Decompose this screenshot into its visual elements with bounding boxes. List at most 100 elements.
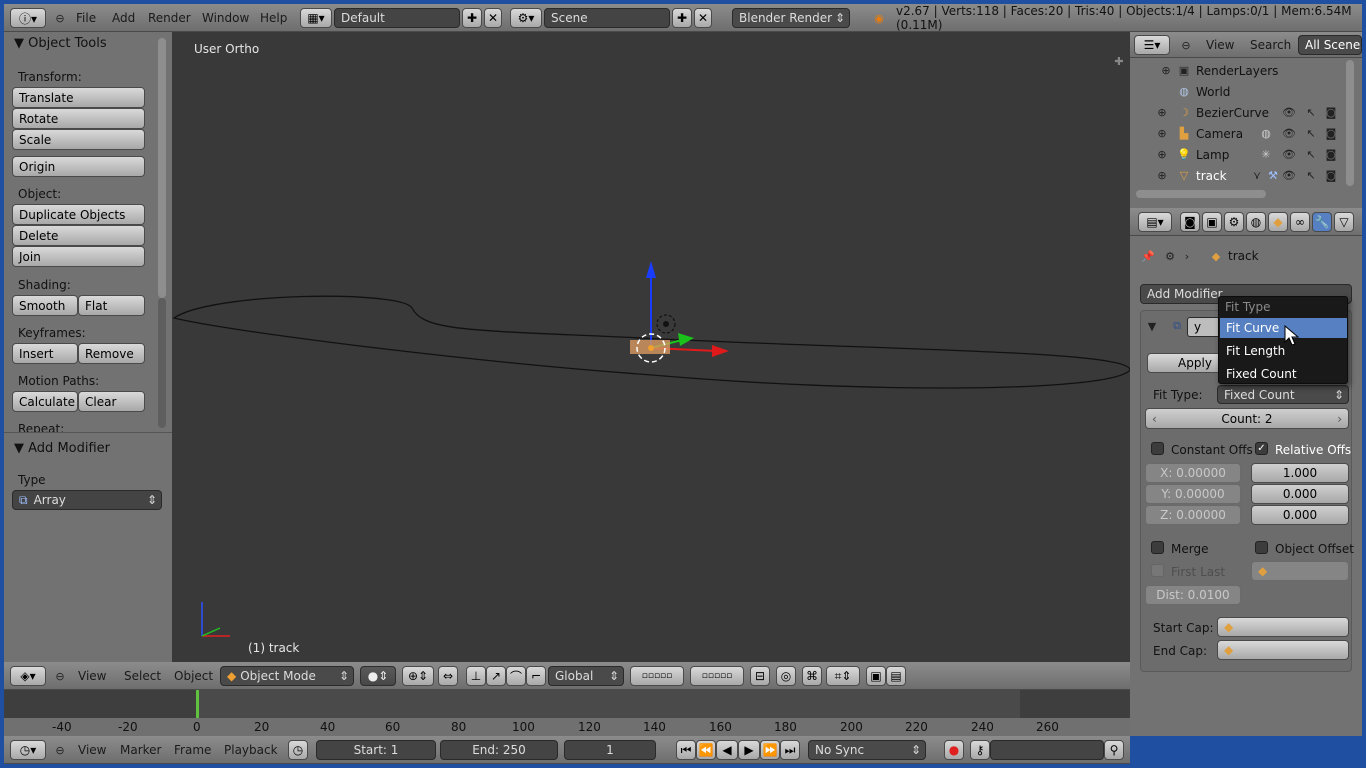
remove-scene-button[interactable]: ✕ — [694, 8, 712, 28]
tab-render-layers-icon[interactable]: ▣ — [1202, 212, 1222, 232]
expand-icon[interactable]: ⊕ — [1156, 126, 1168, 140]
origin-button[interactable]: Origin — [12, 156, 145, 177]
duplicate-objects-button[interactable]: Duplicate Objects — [12, 204, 145, 225]
timeline-menu-view[interactable]: View — [78, 736, 106, 763]
relative-offset-z-field[interactable]: 0.000 — [1251, 505, 1349, 525]
scale-manipulator-button[interactable]: ⌒ — [506, 666, 526, 686]
relative-offset-x-field[interactable]: 1.000 — [1251, 463, 1349, 483]
layers-group-2[interactable]: ▫▫▫▫▫ — [690, 666, 744, 686]
count-decrement-icon[interactable]: ‹ — [1152, 412, 1157, 426]
select-arrow-icon[interactable]: ↖ — [1304, 147, 1318, 161]
keying-set-icon[interactable]: ⚷ — [970, 740, 990, 760]
timeline-menu-marker[interactable]: Marker — [120, 736, 161, 763]
constant-offset-z-field[interactable]: Z: 0.00000 — [1145, 505, 1241, 525]
outliner-h-scrollbar[interactable] — [1136, 190, 1266, 198]
top-menu-window[interactable]: Window — [202, 4, 249, 31]
visibility-eye-icon[interactable]: 👁 — [1282, 147, 1296, 161]
select-arrow-icon[interactable]: ↖ — [1304, 105, 1318, 119]
jump-prev-keyframe-icon[interactable]: ⏪ — [696, 740, 716, 760]
tab-render-icon[interactable]: ◙ — [1180, 212, 1200, 232]
layers-group-1[interactable]: ▫▫▫▫▫ — [630, 666, 684, 686]
render-camera-icon[interactable]: ◙ — [1324, 147, 1338, 161]
top-menu-help[interactable]: Help — [260, 4, 287, 31]
outliner-row[interactable]: ⊕ ☽ BezierCurve 👁 ↖ ◙ — [1130, 102, 1362, 123]
remove-layout-button[interactable]: ✕ — [484, 8, 502, 28]
record-icon[interactable]: ● — [944, 740, 964, 760]
relative-offset-y-field[interactable]: 0.000 — [1251, 484, 1349, 504]
merge-distance-field[interactable]: Dist: 0.0100 — [1145, 585, 1241, 605]
select-arrow-icon[interactable]: ↖ — [1304, 168, 1318, 182]
constant-offset-checkbox[interactable] — [1151, 442, 1164, 455]
tab-constraints-icon[interactable]: ∞ — [1290, 212, 1310, 232]
jump-end-icon[interactable]: ⏭ — [780, 740, 800, 760]
tab-modifiers-icon[interactable]: 🔧 — [1312, 212, 1332, 232]
end-frame-field[interactable]: End: 250 — [440, 740, 558, 760]
lock-layers-icon[interactable]: ⊟ — [750, 666, 770, 686]
snap-element-button[interactable]: ⌗⇕ — [826, 666, 860, 686]
render-engine-dropdown[interactable]: Blender Render ⇕ — [732, 8, 850, 28]
preview-range-icon[interactable]: ◷ — [288, 740, 308, 760]
keyframe-insert-icon[interactable]: ⚲ — [1104, 740, 1124, 760]
fixed-count-option[interactable]: Fixed Count — [1220, 364, 1347, 384]
outliner-row[interactable]: ◍ World — [1130, 81, 1362, 102]
clear-button[interactable]: Clear — [78, 391, 145, 412]
top-menu-render[interactable]: Render — [148, 4, 191, 31]
manipulator-toggle-button[interactable]: ⇔ — [438, 666, 458, 686]
view3d-menu-view[interactable]: View — [78, 662, 106, 689]
view3d-menu-object[interactable]: Object — [174, 662, 213, 689]
collapse-menu-icon[interactable]: ⊖ — [52, 742, 68, 758]
outliner-row[interactable]: ⊕ ▣ RenderLayers — [1130, 60, 1362, 81]
object-offset-checkbox[interactable] — [1255, 541, 1268, 554]
proportional-edit-icon[interactable]: ◎ — [776, 666, 796, 686]
first-last-checkbox[interactable] — [1151, 564, 1164, 577]
start-frame-field[interactable]: Start: 1 — [316, 740, 436, 760]
count-increment-icon[interactable]: › — [1337, 412, 1342, 426]
view3d-menu-select[interactable]: Select — [124, 662, 161, 689]
fit-type-dropdown[interactable]: Fixed Count ⇕ — [1217, 385, 1349, 404]
outliner-row-selected[interactable]: ⊕ ▽ track ⋎ ⚒ 👁 ↖ ◙ — [1130, 165, 1362, 186]
object-tools-header[interactable]: ▼ Object Tools — [14, 36, 107, 51]
smooth-button[interactable]: Smooth — [12, 295, 78, 316]
timeline-area[interactable]: -40 -20 0 20 40 60 80 100 120 140 160 18… — [4, 690, 1130, 736]
insert-keyframe-button[interactable]: Insert — [12, 343, 78, 364]
remove-keyframe-button[interactable]: Remove — [78, 343, 145, 364]
flat-button[interactable]: Flat — [78, 295, 145, 316]
calculate-button[interactable]: Calculate — [12, 391, 78, 412]
add-layout-button[interactable]: ✚ — [462, 8, 482, 28]
properties-editor-type-button[interactable]: ▤▾ — [1138, 212, 1172, 232]
visibility-eye-icon[interactable]: 👁 — [1282, 168, 1296, 182]
expand-icon[interactable]: ⊕ — [1160, 63, 1172, 77]
timeline-menu-playback[interactable]: Playback — [224, 736, 278, 763]
transform-orientation-icon[interactable]: ⌐ — [526, 666, 546, 686]
merge-checkbox[interactable] — [1151, 541, 1164, 554]
tab-world-icon[interactable]: ◍ — [1246, 212, 1266, 232]
pin-icon[interactable]: 📌 — [1140, 248, 1156, 264]
scale-button[interactable]: Scale — [12, 129, 145, 150]
current-frame-field[interactable]: 1 — [564, 740, 656, 760]
outliner-v-scrollbar[interactable] — [1346, 60, 1354, 186]
expand-icon[interactable]: ⊕ — [1156, 168, 1168, 182]
translate-manipulator-button[interactable]: ⊥ — [466, 666, 486, 686]
visibility-eye-icon[interactable]: 👁 — [1282, 105, 1296, 119]
tab-scene-icon[interactable]: ⚙ — [1224, 212, 1244, 232]
shelf-scrollbar[interactable] — [158, 38, 166, 298]
jump-next-keyframe-icon[interactable]: ⏩ — [760, 740, 780, 760]
render-animation-icon[interactable]: ▤ — [886, 666, 906, 686]
tab-data-icon[interactable]: ▽ — [1334, 212, 1354, 232]
screen-layout-field[interactable]: Default — [334, 8, 460, 28]
translate-button[interactable]: Translate — [12, 87, 145, 108]
outliner-row[interactable]: ⊕ 💡 Lamp ✳ 👁 ↖ ◙ — [1130, 144, 1362, 165]
constant-offset-x-field[interactable]: X: 0.00000 — [1145, 463, 1241, 483]
viewport-3d[interactable]: User Ortho ✚ (1) track — [172, 32, 1130, 662]
screen-layout-icon[interactable]: ▦▾ — [300, 8, 332, 28]
render-camera-icon[interactable]: ◙ — [1324, 126, 1338, 140]
viewport-shading-button[interactable]: ●⇕ — [360, 666, 396, 686]
play-reverse-icon[interactable]: ◀ — [716, 740, 738, 760]
end-cap-field[interactable]: ◆ — [1217, 640, 1349, 660]
render-camera-icon[interactable]: ◙ — [1324, 168, 1338, 182]
collapse-triangle-icon[interactable]: ▼ — [1145, 319, 1159, 333]
collapse-menu-icon[interactable]: ⊖ — [52, 10, 68, 26]
timeline-editor-type-button[interactable]: ◷▾ — [10, 740, 46, 760]
outliner-menu-view[interactable]: View — [1206, 32, 1234, 57]
outliner-menu-search[interactable]: Search — [1250, 32, 1291, 57]
